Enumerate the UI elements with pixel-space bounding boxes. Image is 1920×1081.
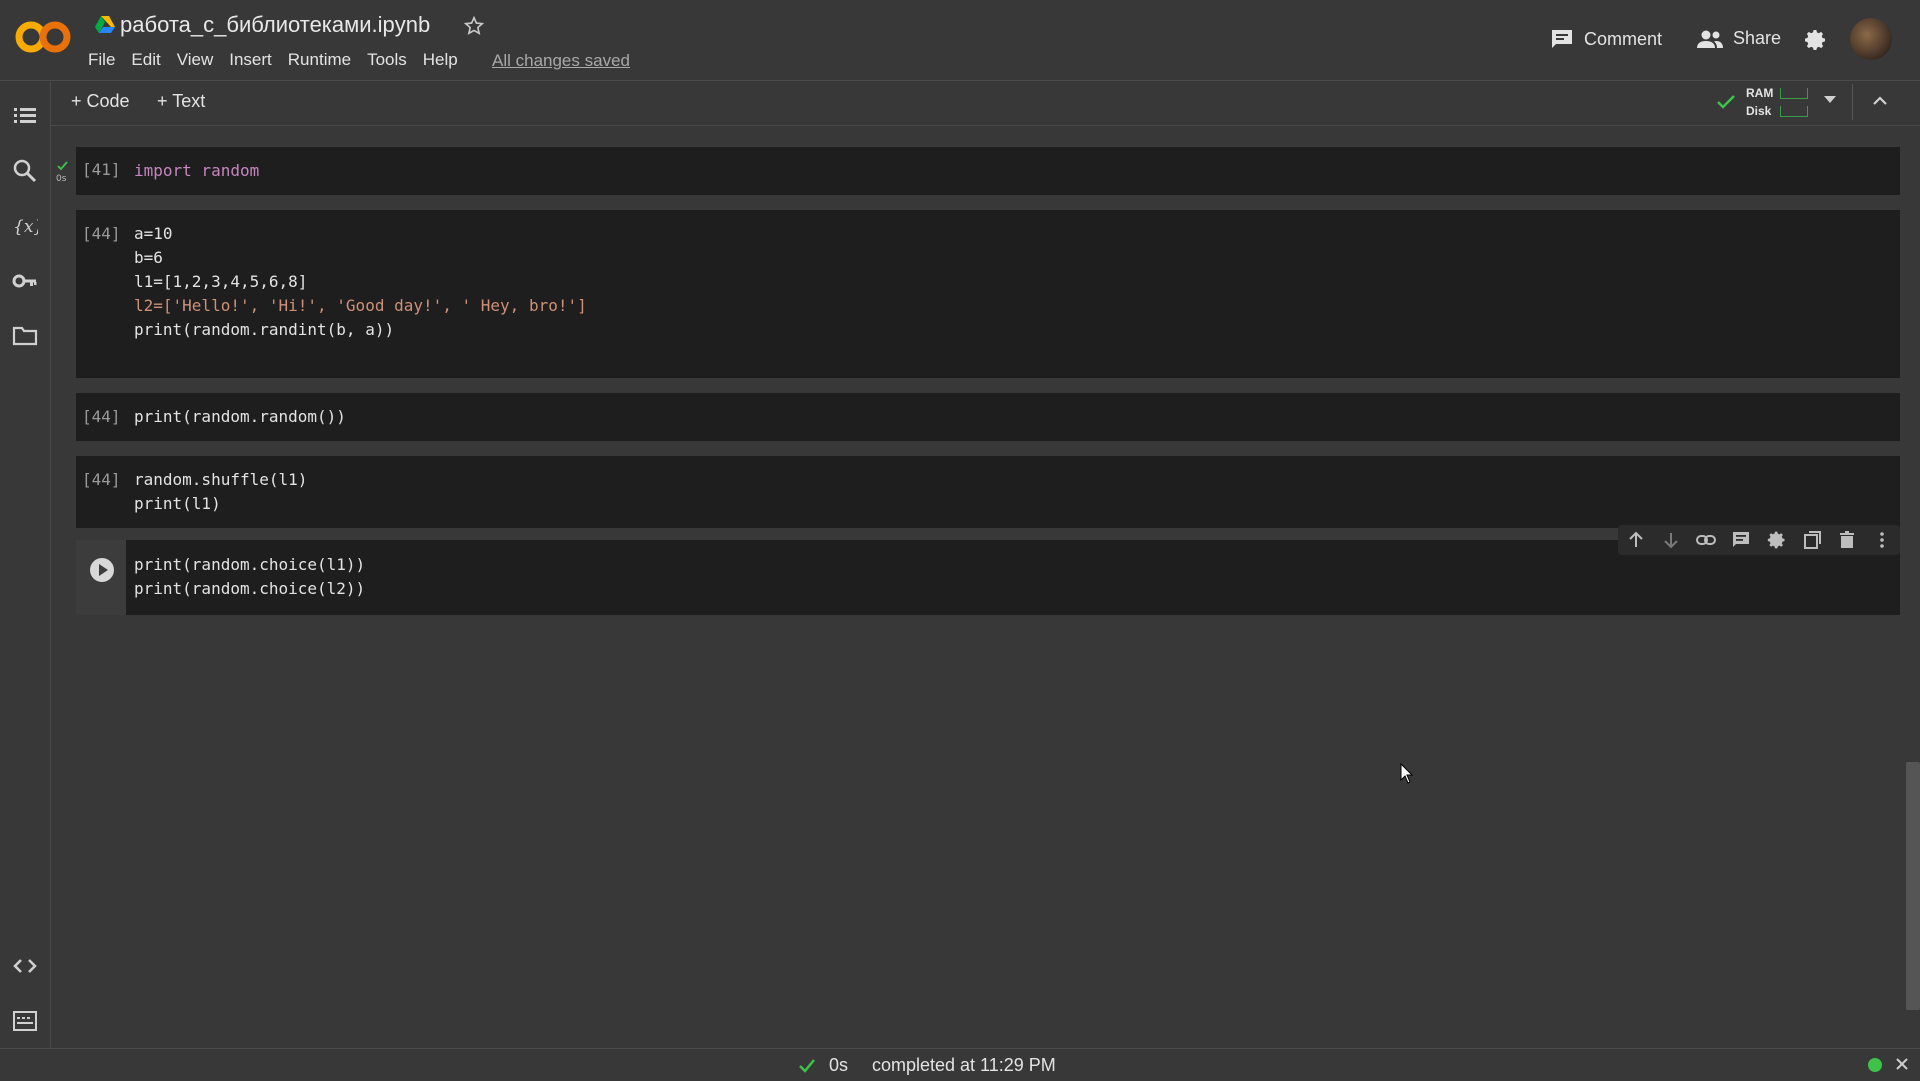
code-editor[interactable]: print(random.random()) bbox=[134, 405, 346, 429]
menu-insert[interactable]: Insert bbox=[229, 50, 272, 70]
save-status-link[interactable]: All changes saved bbox=[492, 51, 630, 71]
code-editor[interactable]: print(random.choice(l1)) print(random.cho… bbox=[134, 553, 365, 601]
code-line: l2=['Hello!', 'Hi!', 'Good day!', ' Hey,… bbox=[134, 296, 587, 315]
disk-bar bbox=[1780, 106, 1808, 117]
toolbar-divider bbox=[1852, 84, 1853, 120]
menu-view[interactable]: View bbox=[177, 50, 214, 70]
search-icon[interactable] bbox=[12, 158, 38, 184]
menu-help[interactable]: Help bbox=[423, 50, 458, 70]
code-line: a=10 bbox=[134, 224, 173, 243]
execution-count: [44] bbox=[82, 470, 121, 489]
close-icon[interactable] bbox=[1894, 1056, 1910, 1072]
code-line: print(random.choice(l2)) bbox=[134, 579, 366, 598]
ram-disk-indicator[interactable]: RAM Disk bbox=[1716, 84, 1846, 122]
move-cell-up-icon[interactable] bbox=[1626, 530, 1646, 550]
code-snippets-icon[interactable] bbox=[12, 953, 38, 979]
table-of-contents-icon[interactable] bbox=[12, 103, 38, 129]
add-code-cell-button[interactable]: + Code bbox=[71, 91, 130, 112]
code-line: random.shuffle(l1) bbox=[134, 470, 308, 489]
notebook-toolbar: + Code + Text bbox=[51, 81, 1920, 126]
cell-settings-gear-icon[interactable] bbox=[1767, 530, 1787, 550]
execution-count: [44] bbox=[82, 224, 121, 243]
notebook-title[interactable]: работа_с_библиотеками.ipynb bbox=[120, 12, 430, 38]
menu-runtime[interactable]: Runtime bbox=[288, 50, 351, 70]
code-cell[interactable]: [44] print(random.random()) bbox=[76, 393, 1900, 441]
execution-duration[interactable]: 0s bbox=[829, 1055, 848, 1076]
ram-bar bbox=[1780, 88, 1808, 99]
code-cell[interactable]: [44] random.shuffle(l1) print(l1) bbox=[76, 456, 1900, 528]
code-line: b=6 bbox=[134, 248, 163, 267]
menu-file[interactable]: File bbox=[88, 50, 115, 70]
code-line: print(random.randint(b, a)) bbox=[134, 320, 395, 339]
secrets-key-icon[interactable] bbox=[12, 268, 38, 294]
delete-cell-trash-icon[interactable] bbox=[1837, 530, 1857, 550]
code-editor[interactable]: a=10 b=6 l1=[1,2,3,4,5,6,8] l2=['Hello!', '… bbox=[134, 222, 587, 342]
comment-button[interactable]: Comment bbox=[1550, 28, 1662, 50]
svg-text:{x}: {x} bbox=[13, 217, 38, 237]
code-line: print(random.choice(l1)) bbox=[134, 555, 366, 574]
run-cell-play-icon[interactable] bbox=[89, 557, 115, 583]
disk-label: Disk bbox=[1746, 104, 1772, 118]
comment-label: Comment bbox=[1584, 28, 1663, 49]
colab-logo[interactable] bbox=[14, 20, 72, 54]
move-cell-down-icon[interactable] bbox=[1661, 530, 1681, 550]
ram-label: RAM bbox=[1746, 86, 1774, 100]
code-line: print(l1) bbox=[134, 494, 221, 513]
code-editor[interactable]: random.shuffle(l1) print(l1) bbox=[134, 468, 307, 516]
command-palette-icon[interactable] bbox=[12, 1008, 38, 1034]
resources-dropdown-icon[interactable] bbox=[1824, 96, 1836, 104]
execution-count: [41] bbox=[82, 160, 121, 179]
google-drive-icon[interactable] bbox=[95, 16, 115, 34]
add-text-cell-button[interactable]: + Text bbox=[157, 91, 205, 112]
settings-gear-icon[interactable] bbox=[1804, 28, 1828, 52]
comment-icon bbox=[1550, 28, 1574, 50]
execution-time-badge: 0s bbox=[56, 174, 67, 182]
execution-check-icon: 0s bbox=[56, 160, 70, 182]
cell-toolbar bbox=[1618, 525, 1900, 555]
menu-tools[interactable]: Tools bbox=[367, 50, 407, 70]
completion-status[interactable]: completed at 11:29 PM bbox=[872, 1055, 1056, 1076]
share-button[interactable]: Share bbox=[1697, 28, 1781, 49]
code-line: print(random.random()) bbox=[134, 407, 346, 426]
mouse-cursor-icon bbox=[1400, 763, 1414, 785]
collapse-header-chevron-icon[interactable] bbox=[1872, 96, 1888, 106]
execution-count: [44] bbox=[82, 407, 121, 426]
user-avatar[interactable] bbox=[1850, 18, 1892, 60]
link-to-cell-icon[interactable] bbox=[1696, 530, 1717, 550]
people-icon bbox=[1697, 29, 1723, 49]
share-label: Share bbox=[1733, 28, 1782, 48]
star-icon[interactable] bbox=[463, 15, 485, 37]
code-editor[interactable]: import random bbox=[134, 159, 259, 183]
connected-check-icon bbox=[1716, 94, 1736, 110]
code-line: l1=[1,2,3,4,5,6,8] bbox=[134, 272, 308, 291]
code-cell[interactable]: [41] import random bbox=[76, 147, 1900, 195]
status-check-icon bbox=[798, 1058, 816, 1074]
code-line: import random bbox=[134, 161, 260, 180]
connection-status-dot bbox=[1868, 1058, 1882, 1072]
menu-edit[interactable]: Edit bbox=[131, 50, 160, 70]
more-options-icon[interactable] bbox=[1872, 530, 1892, 550]
scrollbar-thumb[interactable] bbox=[1906, 762, 1920, 1010]
code-cell[interactable]: [44] a=10 b=6 l1=[1,2,3,4,5,6,8] l2=['Hello… bbox=[76, 210, 1900, 378]
files-folder-icon[interactable] bbox=[12, 323, 38, 349]
menu-bar: File Edit View Insert Runtime Tools Help bbox=[88, 50, 474, 70]
add-comment-icon[interactable] bbox=[1731, 530, 1751, 550]
variables-icon[interactable]: {x} bbox=[12, 213, 38, 239]
left-sidebar: {x} bbox=[0, 81, 51, 1048]
open-in-tab-icon[interactable] bbox=[1802, 530, 1822, 550]
